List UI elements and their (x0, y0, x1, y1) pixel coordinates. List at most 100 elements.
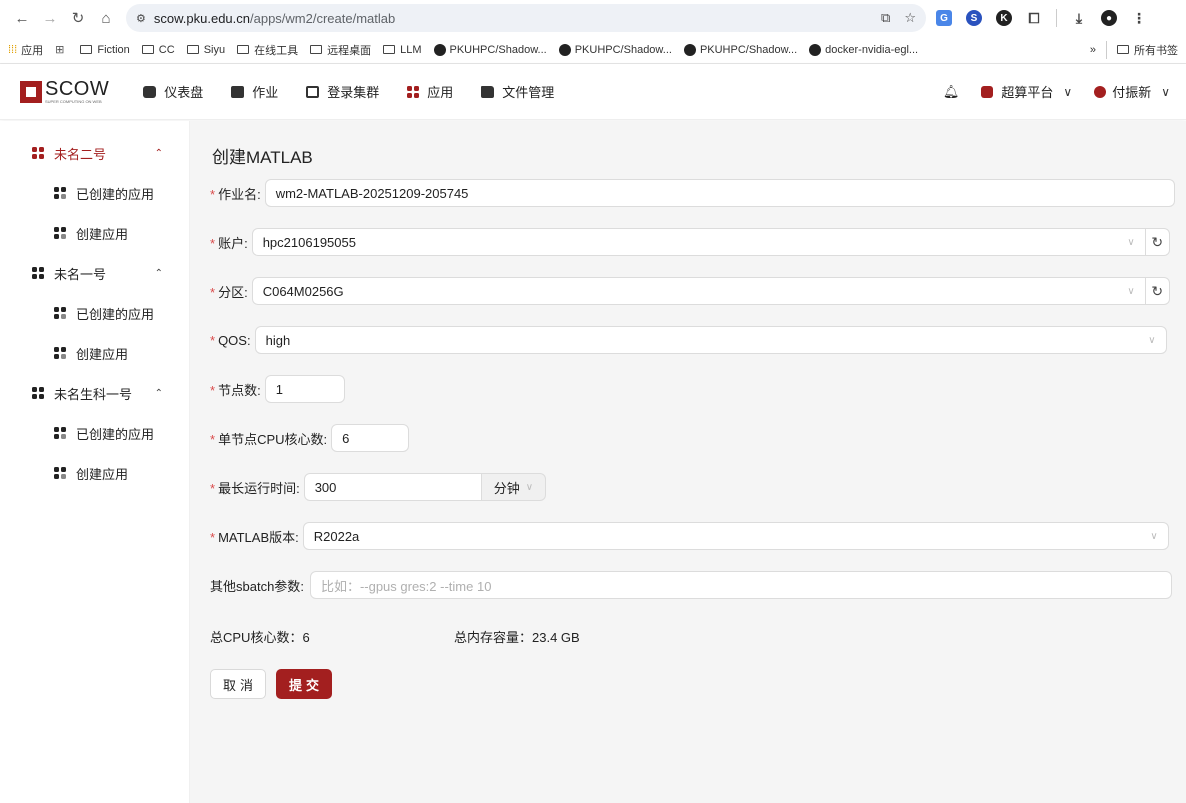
qos-field: * QOS: high ∨ (210, 326, 1167, 354)
folder-icon (237, 45, 250, 54)
extension-icon[interactable]: S (966, 10, 982, 26)
home-icon[interactable]: ⌂ (92, 4, 120, 32)
scow-logo[interactable]: SCOW SUPER COMPUTING ON WEB (20, 79, 109, 104)
browser-menu-icon[interactable]: ⋮ (1131, 10, 1147, 26)
bookmark-label: LLM (400, 43, 422, 56)
account-value: hpc2106195055 (262, 234, 356, 250)
install-app-icon[interactable]: ⧉ (881, 10, 890, 26)
notification-bell[interactable]: 🔔︎ (943, 84, 960, 100)
menu-dashboard[interactable]: 仪表盘 (129, 82, 217, 101)
user-menu[interactable]: 付振新 ∨ (1094, 82, 1170, 101)
sidebar-group-bio[interactable]: 未名生科一号 ⌃ (0, 373, 189, 413)
platform-selector[interactable]: 超算平台 ∨ (981, 82, 1072, 101)
menu-jobs[interactable]: 作业 (217, 82, 292, 101)
nodes-field: * 节点数: 1 (210, 375, 345, 403)
qos-select[interactable]: high ∨ (254, 326, 1167, 354)
total-cpu: 总CPU核心数：6 (210, 630, 310, 645)
sidebar-item-create-app[interactable]: 创建应用 (0, 333, 189, 373)
bookmark-github-2[interactable]: PKUHPC/Shadow... (558, 43, 672, 56)
created-apps-icon (54, 427, 66, 439)
extensions-puzzle-icon[interactable]: ⧠ (1026, 10, 1042, 26)
all-bookmarks-button[interactable]: 所有书签 (1117, 42, 1178, 58)
bookmark-github-1[interactable]: PKUHPC/Shadow... (433, 43, 547, 56)
sbatch-input[interactable]: 比如：--gpus gres:2 --time 10 (309, 571, 1172, 599)
bookmark-llm[interactable]: LLM (383, 43, 422, 56)
cpu-field: * 单节点CPU核心数: 6 (210, 424, 410, 452)
partition-select[interactable]: C064M0256G ∨ (251, 277, 1146, 305)
bookmark-online-tools[interactable]: 在线工具 (237, 42, 298, 58)
github-icon (683, 43, 696, 56)
matlab-version-select[interactable]: R2022a ∨ (302, 522, 1169, 550)
sidebar-item-created-apps[interactable]: 已创建的应用 (0, 413, 189, 453)
chevron-up-icon: ⌃ (154, 387, 163, 399)
job-name-input[interactable]: wm2-MATLAB-20251209-205745 (264, 179, 1175, 207)
bookmark-cc[interactable]: CC (141, 44, 175, 56)
menu-apps[interactable]: 应用 (393, 82, 467, 101)
sidebar-group-wm2[interactable]: 未名二号 ⌃ (0, 133, 189, 173)
terminal-icon (306, 85, 320, 98)
tab-groups-icon[interactable]: ⊞ (55, 43, 68, 56)
site-info-icon[interactable]: ⚙ (136, 12, 146, 25)
sidebar-item-create-app[interactable]: 创建应用 (0, 213, 189, 253)
reload-icon[interactable]: ↻ (64, 4, 92, 32)
download-icon[interactable]: ⤓ (1071, 10, 1087, 26)
k-extension-icon[interactable]: K (996, 10, 1012, 26)
chevron-up-icon: ⌃ (154, 147, 163, 159)
sidebar-item-created-apps[interactable]: 已创建的应用 (0, 293, 189, 333)
refresh-icon: ↻ (1151, 233, 1164, 250)
sidebar-item-label: 创建应用 (76, 346, 129, 362)
chevron-down-icon: ∨ (1161, 84, 1170, 99)
bookmark-label: PKUHPC/Shadow... (699, 43, 798, 56)
folder-icon (1117, 45, 1129, 54)
nodes-input[interactable]: 1 (264, 375, 345, 403)
bookmarks-divider (1106, 40, 1107, 59)
bookmark-label: Siyu (203, 43, 226, 56)
qos-value: high (265, 332, 291, 348)
bookmark-remote-desktop[interactable]: 远程桌面 (310, 42, 371, 58)
sidebar-item-created-apps[interactable]: 已创建的应用 (0, 173, 189, 213)
bookmark-star-icon[interactable]: ☆ (904, 10, 916, 26)
time-unit-value: 分钟 (493, 480, 520, 496)
bookmarks-overflow-button[interactable]: » (1090, 44, 1096, 56)
max-time-input[interactable]: 300 (303, 473, 482, 501)
total-memory: 总内存容量：23.4 GB (454, 630, 580, 645)
menu-login-cluster[interactable]: 登录集群 (292, 82, 393, 101)
bookmark-apps[interactable]: ⁞⁞⁞ 应用 (8, 42, 43, 58)
folder-icon (481, 85, 495, 98)
address-bar[interactable]: ⚙ scow.pku.edu.cn /apps/wm2/create/matla… (126, 4, 926, 32)
create-app-icon (54, 347, 66, 359)
menu-label: 应用 (427, 85, 454, 100)
chevron-down-icon: ∨ (1063, 84, 1073, 99)
matlab-version-value: R2022a (313, 528, 360, 544)
sidebar-item-create-app[interactable]: 创建应用 (0, 453, 189, 493)
partition-refresh-button[interactable]: ↻ (1145, 277, 1170, 305)
bookmark-github-4[interactable]: docker-nvidia-egl... (809, 43, 919, 56)
bookmark-label: docker-nvidia-egl... (825, 43, 919, 56)
github-icon (809, 43, 822, 56)
back-icon[interactable]: ← (8, 4, 36, 32)
account-select[interactable]: hpc2106195055 ∨ (251, 228, 1146, 256)
chevron-down-icon: ∨ (1127, 285, 1135, 297)
bookmark-siyu[interactable]: Siyu (186, 43, 226, 56)
bookmark-github-3[interactable]: PKUHPC/Shadow... (683, 43, 798, 56)
translate-extension-icon[interactable]: G (936, 10, 952, 26)
time-unit-select[interactable]: 分钟 ∨ (481, 473, 547, 501)
sidebar-group-wm1[interactable]: 未名一号 ⌃ (0, 253, 189, 293)
bookmark-label: 所有书签 (1134, 44, 1178, 57)
refresh-icon: ↻ (1151, 282, 1164, 299)
bookmark-label: 远程桌面 (327, 44, 372, 57)
menu-file-manager[interactable]: 文件管理 (467, 82, 568, 101)
sbatch-field: 其他sbatch参数: 比如：--gpus gres:2 --time 10 (210, 571, 1172, 599)
sidebar-item-label: 创建应用 (76, 226, 129, 242)
submit-button[interactable]: 提交 (276, 669, 332, 699)
qos-label: * QOS: (210, 332, 251, 348)
cancel-button[interactable]: 取消 (210, 669, 266, 699)
apps-icon (32, 387, 44, 399)
forward-icon[interactable]: → (36, 4, 64, 32)
sidebar-item-label: 已创建的应用 (76, 306, 155, 322)
cpu-input[interactable]: 6 (331, 424, 410, 452)
bookmark-fiction[interactable]: Fiction (80, 44, 130, 56)
account-refresh-button[interactable]: ↻ (1145, 228, 1170, 256)
max-time-label: * 最长运行时间: (210, 480, 300, 496)
profile-avatar-icon[interactable]: ● (1101, 10, 1117, 26)
